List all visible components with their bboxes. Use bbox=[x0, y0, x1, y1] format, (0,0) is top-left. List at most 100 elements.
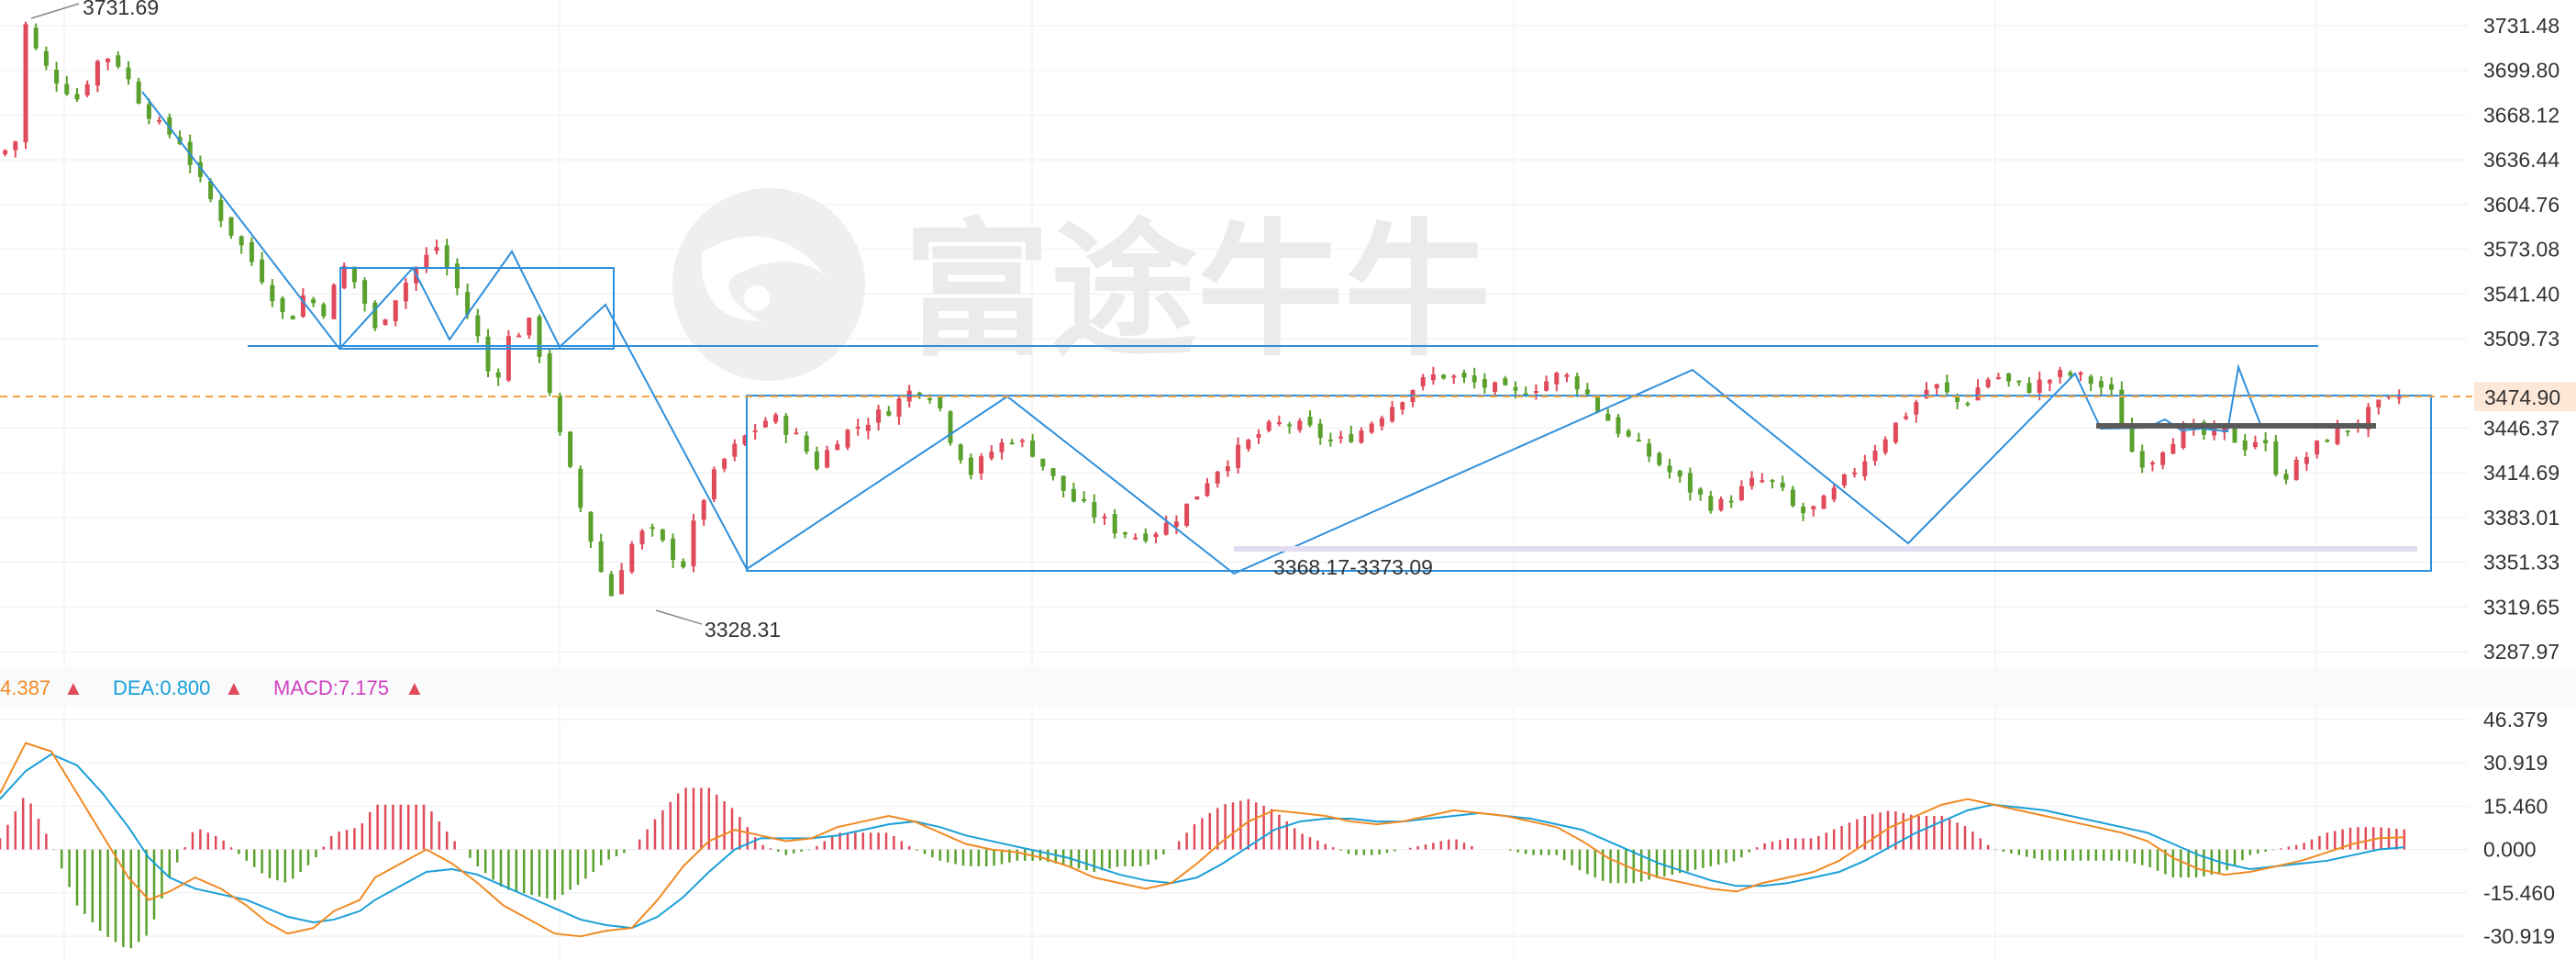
candle-body bbox=[794, 432, 799, 435]
candle-body bbox=[495, 372, 501, 378]
candle-body bbox=[2304, 456, 2309, 464]
candle-body bbox=[2006, 373, 2012, 382]
candle-body bbox=[362, 280, 368, 304]
candle-body bbox=[1944, 382, 1949, 393]
price-tick-label: 3446.37 bbox=[2483, 416, 2559, 440]
candle-body bbox=[84, 84, 90, 95]
candle-body bbox=[2058, 370, 2063, 377]
candle-body bbox=[1030, 441, 1036, 457]
macd-histogram bbox=[0, 787, 2406, 949]
candle-body bbox=[711, 469, 716, 500]
candle-body bbox=[1677, 470, 1682, 477]
candle-body bbox=[1872, 450, 1878, 462]
price-tick-label: 3414.69 bbox=[2483, 461, 2559, 485]
candle-body bbox=[1564, 374, 1570, 377]
candle-body bbox=[116, 55, 121, 67]
candle-body bbox=[1163, 522, 1169, 535]
candle-body bbox=[1821, 496, 1827, 509]
candle-body bbox=[1019, 440, 1025, 442]
candle-body bbox=[1287, 424, 1293, 427]
candle-body bbox=[2068, 372, 2073, 376]
candle-body bbox=[136, 81, 141, 104]
candle-body bbox=[1914, 402, 1919, 415]
candle-body bbox=[105, 58, 111, 62]
candle-body bbox=[1441, 374, 1447, 379]
candle-body bbox=[331, 285, 337, 319]
candle-body bbox=[1194, 496, 1200, 500]
candle-body bbox=[639, 530, 645, 544]
candle-body bbox=[146, 104, 151, 119]
candle-body bbox=[2078, 372, 2083, 375]
macd-label: MACD:7.175 bbox=[273, 676, 389, 699]
candle-body bbox=[958, 444, 963, 461]
candle-body bbox=[475, 315, 481, 337]
candle-body bbox=[588, 511, 594, 542]
dif-arrow-icon: ▲ bbox=[63, 676, 83, 699]
candle-body bbox=[403, 282, 408, 302]
candle-body bbox=[2252, 441, 2258, 447]
candle-body bbox=[804, 435, 809, 452]
low-annotation: 3328.31 bbox=[705, 618, 781, 642]
candle-body bbox=[1359, 430, 1364, 443]
candle-body bbox=[619, 570, 625, 595]
candle-body bbox=[1050, 468, 1056, 476]
price-tick-label: 3604.76 bbox=[2483, 193, 2559, 217]
candle-body bbox=[948, 411, 953, 443]
candle-body bbox=[1493, 382, 1498, 393]
candle-body bbox=[608, 574, 614, 597]
candle-body bbox=[1400, 402, 1405, 410]
candle-body bbox=[1811, 506, 1816, 510]
candle-body bbox=[2396, 396, 2402, 399]
candle-body bbox=[1482, 379, 1487, 388]
candle-body bbox=[2016, 380, 2022, 383]
candle-body bbox=[1831, 487, 1837, 500]
candle-body bbox=[372, 302, 378, 329]
candle-body bbox=[1584, 389, 1590, 395]
candle-body bbox=[1102, 516, 1107, 519]
candle-body bbox=[1071, 488, 1076, 502]
candle-body bbox=[1770, 479, 1775, 482]
dea-label: DEA:0.800 bbox=[113, 676, 210, 699]
candle-body bbox=[1882, 439, 1888, 453]
candle-body bbox=[434, 247, 439, 251]
candle-body bbox=[270, 285, 275, 302]
candle-body bbox=[1738, 486, 1744, 500]
candle-body bbox=[2325, 440, 2330, 442]
candle-body bbox=[1698, 488, 1704, 495]
candle-body bbox=[2283, 474, 2289, 480]
candle-body bbox=[1636, 440, 1641, 442]
candle-body bbox=[2047, 379, 2052, 384]
candle-body bbox=[722, 458, 727, 469]
candle-body bbox=[1451, 375, 1457, 378]
candle-body bbox=[1626, 430, 1631, 437]
candle-body bbox=[311, 299, 316, 304]
price-chart[interactable]: 富途牛牛 3731.69 3328.31 3368.17-3373.09 :4.… bbox=[0, 0, 2576, 960]
candle-body bbox=[1143, 533, 1149, 541]
candle-body bbox=[2263, 440, 2269, 443]
candle-body bbox=[2098, 381, 2104, 388]
price-tick-label: 3351.33 bbox=[2483, 551, 2559, 575]
candle-body bbox=[1461, 373, 1467, 378]
range-annotation: 3368.17-3373.09 bbox=[1273, 555, 1433, 579]
candle-body bbox=[835, 443, 840, 451]
candle-body bbox=[773, 414, 779, 422]
candle-body bbox=[691, 520, 696, 566]
candle-body bbox=[979, 456, 984, 474]
candle-body bbox=[383, 319, 388, 326]
candle-body bbox=[2335, 428, 2340, 444]
candle-body bbox=[249, 241, 254, 262]
candle-body bbox=[1687, 473, 1693, 493]
range-box[interactable] bbox=[746, 395, 2432, 572]
price-axis: 3731.48 3699.80 3668.12 3636.44 3604.76 3573.… bbox=[2483, 14, 2559, 664]
candle-body bbox=[896, 398, 902, 418]
candle-body bbox=[1369, 423, 1374, 433]
candle-body bbox=[126, 67, 131, 80]
grid-vertical bbox=[63, 0, 2317, 960]
candle-body bbox=[578, 468, 583, 508]
candle-body bbox=[1852, 472, 1858, 474]
candle-body bbox=[825, 450, 830, 468]
candle-body bbox=[1040, 458, 1046, 467]
price-tick-label: 3636.44 bbox=[2483, 148, 2559, 172]
candle-body bbox=[1471, 375, 1477, 383]
candle-body bbox=[1616, 417, 1621, 434]
